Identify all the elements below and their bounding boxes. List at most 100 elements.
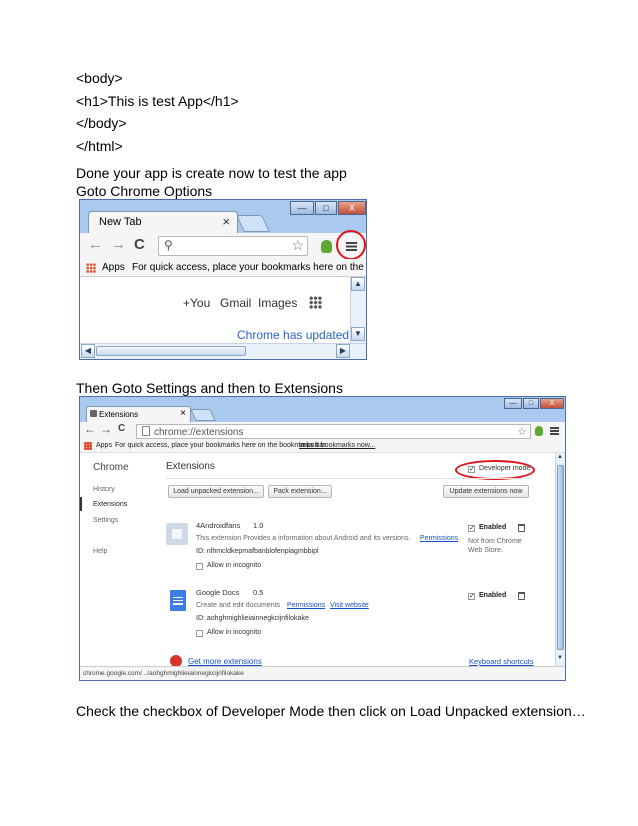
toolbar: ← → C ⚲ ☆ (80, 233, 366, 259)
permissions-link[interactable]: Permissions (420, 535, 458, 542)
images-link[interactable]: Images (258, 296, 297, 310)
scroll-down-icon[interactable]: ▼ (557, 655, 563, 661)
evernote-icon[interactable] (535, 426, 543, 436)
load-unpacked-button[interactable]: Load unpacked extension... (168, 485, 264, 498)
scroll-up-icon[interactable]: ▲ (557, 454, 563, 460)
paragraph-done: Done your app is create now to test the … (76, 165, 347, 181)
enabled-label[interactable]: Enabled (479, 524, 506, 531)
page-icon (142, 426, 150, 436)
incognito-label[interactable]: Allow in incognito (207, 562, 261, 569)
code-line-h1: <h1>This is test App</h1> (76, 93, 239, 109)
gmail-link[interactable]: Gmail (220, 296, 251, 310)
new-tab-page: +You Gmail Images Chrome has updated (80, 277, 350, 343)
plus-you-link[interactable]: +You (183, 296, 210, 310)
enabled-checkbox[interactable]: ✓ (468, 593, 475, 600)
toolbar: ← → C chrome://extensions ☆ (80, 422, 565, 440)
close-button[interactable]: X (338, 201, 366, 215)
apps-label[interactable]: Apps (96, 442, 112, 449)
puzzle-icon (166, 523, 188, 545)
scroll-up-icon[interactable]: ▲ (351, 277, 365, 291)
tab-new-tab[interactable]: New Tab × (88, 211, 238, 233)
bookmarks-hint: For quick access, place your bookmarks h… (132, 262, 367, 273)
code-line-body-close: </body> (76, 115, 127, 131)
pack-extension-button[interactable]: Pack extension... (268, 485, 332, 498)
sidebar-item-history[interactable]: History (93, 486, 115, 493)
scroll-thumb[interactable] (96, 346, 246, 356)
extension-version: 0.5 (253, 588, 264, 597)
incognito-checkbox[interactable] (196, 563, 203, 570)
omnibox[interactable]: ⚲ ☆ (158, 236, 308, 256)
extension-version: 1.0 (253, 521, 264, 530)
scroll-thumb[interactable] (557, 465, 564, 650)
extension-name: 4Androidfans (196, 521, 241, 530)
scroll-down-icon[interactable]: ▼ (351, 327, 365, 341)
sidebar-item-extensions[interactable]: Extensions (93, 501, 127, 508)
forward-arrow-icon[interactable]: → (100, 422, 112, 436)
evernote-icon[interactable] (321, 240, 332, 253)
update-notice[interactable]: Chrome has updated (237, 328, 349, 342)
sidebar-item-settings[interactable]: Settings (93, 517, 118, 524)
paragraph-then-settings: Then Goto Settings and then to Extension… (76, 380, 343, 396)
scroll-left-icon[interactable]: ◀ (81, 344, 95, 358)
new-tab-button[interactable] (236, 215, 270, 232)
star-icon[interactable]: ☆ (517, 425, 527, 438)
highlight-circle (336, 230, 366, 260)
maximize-button[interactable]: □ (523, 398, 539, 409)
paragraph-goto-options: Goto Chrome Options (76, 183, 213, 199)
back-arrow-icon[interactable]: ← (88, 236, 103, 253)
apps-icon[interactable] (84, 442, 92, 450)
address-url: chrome://extensions (154, 427, 244, 438)
enabled-checkbox[interactable]: ✓ (468, 525, 475, 532)
forward-arrow-icon[interactable]: → (111, 236, 126, 253)
vertical-scrollbar[interactable]: ▲ ▼ (350, 277, 366, 343)
permissions-link[interactable]: Permissions (287, 602, 325, 609)
extension-id: ID: nlhmcldkepmafbanblofenpiagmbbipl (196, 548, 319, 555)
star-icon[interactable]: ☆ (291, 237, 304, 254)
bookmarks-bar: Apps For quick access, place your bookma… (80, 440, 565, 453)
divider (166, 478, 532, 479)
minimize-button[interactable]: — (290, 201, 314, 215)
incognito-label[interactable]: Allow in incognito (207, 629, 261, 636)
trash-icon[interactable] (518, 592, 525, 600)
chrome-menu-icon[interactable] (550, 427, 559, 435)
extension-description: This extension Provides a information ab… (196, 535, 411, 542)
status-bar: chrome.google.com/.../aohghmighlieiainne… (80, 666, 565, 680)
reload-icon[interactable]: C (118, 423, 125, 434)
back-arrow-icon[interactable]: ← (84, 422, 96, 436)
horizontal-scrollbar[interactable]: ◀ ▶ (80, 343, 366, 359)
search-icon: ⚲ (164, 238, 173, 252)
code-line-html-close: </html> (76, 138, 123, 154)
tab-extensions[interactable]: Extensions × (86, 406, 191, 422)
update-extensions-button[interactable]: Update extensions now (443, 485, 529, 498)
minimize-button[interactable]: — (504, 398, 522, 409)
maximize-button[interactable]: □ (315, 201, 337, 215)
puzzle-icon (90, 410, 97, 417)
trash-icon[interactable] (518, 524, 525, 532)
bookmarks-bar: Apps For quick access, place your bookma… (80, 259, 366, 277)
tab-close-icon[interactable]: × (180, 408, 186, 419)
highlight-circle (455, 460, 535, 480)
reload-icon[interactable]: C (134, 236, 145, 253)
address-bar[interactable]: chrome://extensions ☆ (136, 424, 531, 439)
keyboard-shortcuts-link[interactable]: Keyboard shortcuts (469, 657, 534, 666)
apps-label[interactable]: Apps (102, 262, 125, 273)
tab-close-icon[interactable]: × (222, 214, 230, 229)
get-more-extensions-link[interactable]: Get more extensions (188, 657, 262, 666)
vertical-scrollbar[interactable]: ▲ ▼ (555, 453, 565, 666)
sidebar-title: Chrome (93, 462, 129, 473)
sidebar-item-help[interactable]: Help (93, 548, 107, 555)
visit-website-link[interactable]: Visit website (330, 602, 369, 609)
extensions-screenshot: Extensions × — □ X ← → C chrome://extens… (79, 396, 566, 681)
scroll-right-icon[interactable]: ▶ (336, 344, 350, 358)
chrome-menu-screenshot: New Tab × — □ X ← → C ⚲ ☆ Apps For quick… (79, 199, 367, 360)
enabled-label[interactable]: Enabled (479, 592, 506, 599)
incognito-checkbox[interactable] (196, 630, 203, 637)
store-note: Not from Chrome Web Store. (468, 538, 522, 554)
apps-icon[interactable] (86, 263, 96, 273)
apps-grid-icon[interactable] (309, 296, 322, 309)
close-button[interactable]: X (540, 398, 564, 409)
import-bookmarks-link[interactable]: Import bookmarks now... (299, 442, 375, 449)
extension-id: ID: aohghmighlieiainnegkcijnfilokake (196, 615, 309, 622)
code-line-body-open: <body> (76, 70, 123, 86)
new-tab-button[interactable] (190, 409, 216, 421)
